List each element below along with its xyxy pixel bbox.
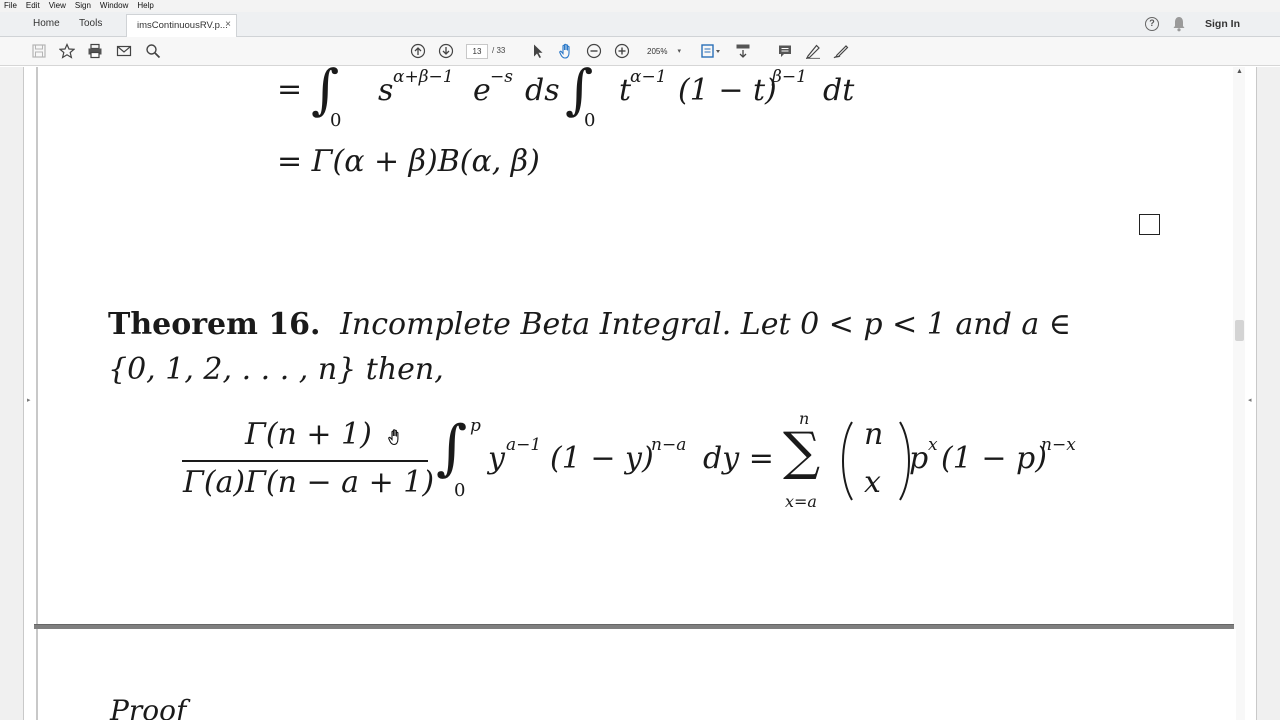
- p-exponent: x: [928, 435, 938, 455]
- help-icon[interactable]: ?: [1145, 17, 1159, 31]
- one-minus-y: (1 − y): [550, 441, 654, 476]
- one-minus-t-exponent: β−1: [772, 67, 807, 87]
- fraction-numerator: Γ(n + 1): [245, 417, 372, 452]
- bookmark-star-icon[interactable]: [59, 43, 75, 59]
- page-number-input[interactable]: 13: [466, 44, 488, 59]
- vertical-scrollbar[interactable]: [1233, 67, 1245, 720]
- menu-window[interactable]: Window: [100, 0, 128, 12]
- page-count: / 33: [492, 46, 506, 55]
- bell-icon[interactable]: [1172, 16, 1186, 32]
- one-minus-p-exponent: n−x: [1041, 435, 1076, 455]
- page-edge: [36, 67, 38, 625]
- theorem-statement-line-2: {0, 1, 2, . . . , n} then,: [108, 352, 444, 387]
- menu-sign[interactable]: Sign: [75, 0, 91, 12]
- right-panel-strip: [1256, 67, 1280, 720]
- next-page-icon[interactable]: [438, 43, 454, 59]
- equation-line-2: = Γ(α + β)B(α, β): [277, 144, 540, 179]
- sign-pen-icon[interactable]: [833, 43, 849, 59]
- tab-bar: Home Tools imsContinuousRV.p... × ? Sign…: [0, 12, 1280, 38]
- qed-box: [1139, 214, 1160, 235]
- menu-edit[interactable]: Edit: [26, 0, 40, 12]
- menu-file[interactable]: File: [4, 0, 17, 12]
- differential-ds: ds: [525, 73, 560, 108]
- e-exponent: −s: [490, 67, 513, 87]
- integral-upper-bound: p: [470, 416, 481, 436]
- zoom-out-icon[interactable]: [586, 43, 602, 59]
- select-cursor-icon[interactable]: [530, 43, 546, 59]
- t-exponent: α−1: [630, 67, 667, 87]
- document-viewport[interactable]: [24, 67, 1256, 720]
- differential-dy-equals: dy =: [703, 441, 774, 476]
- next-page: [36, 629, 1236, 720]
- sum-lower-bound: x=a: [785, 492, 817, 511]
- integral-lower-bound-3: 0: [454, 480, 466, 501]
- search-icon[interactable]: [145, 43, 161, 59]
- variable-s: s: [378, 73, 394, 108]
- menu-help[interactable]: Help: [137, 0, 153, 12]
- theorem-label: Theorem 16.: [108, 307, 321, 342]
- proof-label: Proof: [110, 694, 187, 720]
- y-exponent: a−1: [506, 435, 542, 455]
- summation-sign: ∑: [783, 422, 821, 482]
- variable-e: e: [473, 73, 491, 108]
- binomial-bottom: x: [864, 465, 881, 500]
- theorem-heading: Theorem 16. Incomplete Beta Integral. Le…: [108, 307, 1071, 342]
- tab-document-label: imsContinuousRV.p...: [137, 20, 228, 31]
- variable-p: p: [909, 441, 929, 476]
- left-panel-strip: [0, 67, 24, 720]
- integral-lower-bound: 0: [330, 110, 342, 131]
- print-icon[interactable]: [87, 43, 103, 59]
- zoom-level-select[interactable]: 205% ▾: [640, 44, 685, 59]
- menu-bar: File Edit View Sign Window Help: [0, 0, 1280, 12]
- scroll-mode-icon[interactable]: [735, 43, 751, 59]
- save-icon[interactable]: [31, 43, 47, 59]
- tab-document[interactable]: imsContinuousRV.p... ×: [126, 14, 237, 38]
- one-minus-t: (1 − t): [678, 73, 777, 108]
- variable-y: y: [488, 441, 505, 476]
- differential-dt: dt: [823, 73, 855, 108]
- fraction-bar: [182, 460, 428, 462]
- email-icon[interactable]: [116, 43, 132, 59]
- one-minus-p: (1 − p): [941, 441, 1047, 476]
- zoom-level-value: 205%: [647, 47, 668, 56]
- chevron-down-icon: ▾: [677, 48, 681, 55]
- integral-sign-3: ∫: [436, 413, 468, 483]
- theorem-statement: Incomplete Beta Integral. Let 0 < p < 1 …: [340, 307, 1071, 342]
- highlight-pen-icon[interactable]: [805, 43, 821, 59]
- hand-tool-icon[interactable]: [558, 43, 574, 59]
- tab-tools[interactable]: Tools: [79, 18, 102, 29]
- close-icon[interactable]: ×: [225, 19, 231, 30]
- fit-page-icon[interactable]: [700, 43, 722, 59]
- comment-icon[interactable]: [777, 43, 793, 59]
- hand-cursor-icon: [388, 429, 399, 446]
- zoom-in-icon[interactable]: [614, 43, 630, 59]
- expand-right-panel-icon[interactable]: ◂: [1248, 396, 1252, 404]
- integral-lower-bound-2: 0: [584, 110, 596, 131]
- binomial-top: n: [864, 417, 884, 452]
- one-minus-y-exponent: n−a: [651, 435, 687, 455]
- menu-view[interactable]: View: [49, 0, 66, 12]
- fraction-denominator: Γ(a)Γ(n − a + 1): [183, 465, 435, 500]
- sign-in-button[interactable]: Sign In: [1205, 18, 1240, 30]
- equals-sign: =: [277, 72, 303, 107]
- toolbar: 13 / 33 205% ▾: [0, 37, 1280, 66]
- scrollbar-thumb[interactable]: [1235, 320, 1244, 341]
- s-exponent: α+β−1: [393, 67, 454, 87]
- scroll-up-icon[interactable]: ▲: [1236, 68, 1243, 75]
- previous-page-icon[interactable]: [410, 43, 426, 59]
- expand-left-panel-icon[interactable]: ▸: [27, 396, 31, 404]
- tab-home[interactable]: Home: [33, 18, 60, 29]
